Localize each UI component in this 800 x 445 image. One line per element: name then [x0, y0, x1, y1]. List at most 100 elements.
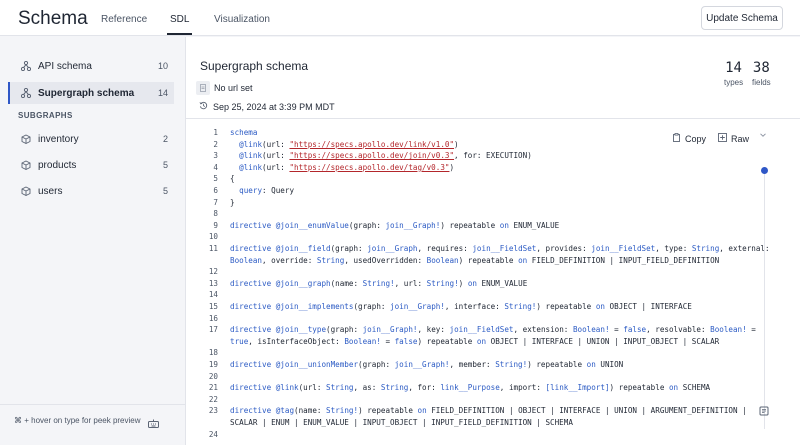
- minimap-position-indicator[interactable]: [761, 167, 768, 174]
- code-token: directive: [230, 325, 272, 335]
- line-number: 24: [208, 429, 218, 439]
- code-token: , provides:: [536, 244, 592, 253]
- code-token: ) repeatable: [536, 302, 596, 311]
- line-number: 19: [208, 360, 218, 369]
- active-tab-indicator: [167, 33, 192, 35]
- code-line: 7}: [186, 197, 800, 209]
- code-text: directive @join__type(graph: join__Graph…: [230, 324, 756, 336]
- code-token: String!: [426, 278, 459, 288]
- sidebar-item-users[interactable]: users 5: [8, 180, 174, 202]
- code-token: SCALAR | ENUM | ENUM_VALUE | INPUT_OBJEC…: [230, 418, 573, 427]
- code-token: @join__unionMember: [275, 360, 359, 369]
- tab-reference[interactable]: Reference: [101, 14, 147, 25]
- code-line: 4 @link(url: "https://specs.apollo.dev/t…: [186, 162, 800, 174]
- code-token: (url:: [298, 383, 327, 393]
- code-token: directive: [230, 244, 272, 253]
- code-line: Boolean, override: String, usedOverridde…: [186, 255, 800, 267]
- copy-label: Copy: [685, 133, 707, 144]
- line-number: 16: [208, 313, 218, 323]
- code-token: on: [499, 220, 509, 230]
- sidebar-item-count: 2: [162, 134, 168, 144]
- code-token: , interface:: [444, 302, 505, 311]
- code-token: =: [609, 325, 624, 335]
- code-text: directive @join__field(graph: join__Grap…: [230, 243, 770, 255]
- line-number: 5: [213, 174, 218, 184]
- code-token: FIELD_DEFINITION | OBJECT | INTERFACE | …: [426, 406, 747, 416]
- plus-square-icon: [718, 133, 727, 144]
- history-icon: [199, 101, 208, 112]
- schema-url: No url set: [214, 83, 253, 93]
- code-token: (graph:: [358, 360, 395, 369]
- sidebar-item-supergraph-schema[interactable]: Supergraph schema 14: [8, 82, 174, 104]
- code-line: 3 @link(url: "https://specs.apollo.dev/j…: [186, 150, 800, 162]
- code-token: String: [326, 383, 354, 393]
- sidebar-item-label: users: [38, 185, 63, 197]
- fields-label: fields: [752, 78, 771, 87]
- code-token: @link: [239, 139, 263, 149]
- code-token: , type:: [655, 244, 692, 253]
- sidebar-item-products[interactable]: products 5: [8, 154, 174, 176]
- line-number: 15: [208, 302, 218, 311]
- code-line: 2 @link(url: "https://specs.apollo.dev/l…: [186, 139, 800, 151]
- raw-label: Raw: [731, 133, 750, 144]
- code-token: OBJECT | INTERFACE: [604, 302, 692, 311]
- code-token: : Query: [262, 186, 295, 195]
- types-stat: 14 types: [724, 59, 743, 87]
- types-count: 14: [725, 60, 742, 76]
- code-token: , as:: [353, 383, 381, 393]
- copy-button[interactable]: Copy: [672, 133, 706, 144]
- code-token: , url:: [394, 278, 427, 288]
- code-line: 19 directive @join__unionMember(graph: jo…: [186, 359, 800, 371]
- code-token: @link: [239, 162, 263, 172]
- code-token: join__Graph!: [385, 220, 441, 230]
- sidebar-item-inventory[interactable]: inventory 2: [8, 128, 174, 150]
- code-token: join__FieldSet: [472, 244, 537, 253]
- code-token: ) repeatable: [358, 406, 418, 416]
- code-line: 8: [186, 208, 800, 220]
- code-text: true, isInterfaceObject: Boolean! = fals…: [230, 336, 719, 348]
- keyboard-shortcuts-icon[interactable]: [148, 419, 159, 431]
- code-token: , extension:: [513, 325, 573, 335]
- code-token: @join__graph: [275, 278, 331, 288]
- app-title: Schema: [18, 8, 88, 29]
- code-text: directive @join__unionMember(graph: join…: [230, 359, 623, 371]
- code-token: String: [380, 383, 409, 393]
- code-token: join__FieldSet: [591, 244, 656, 253]
- line-number: 13: [208, 278, 218, 288]
- code-text: directive @join__graph(name: String!, ur…: [230, 278, 527, 290]
- line-number: 6: [213, 186, 218, 195]
- code-token: ) repeatable: [458, 255, 519, 265]
- cube-icon: [18, 160, 34, 170]
- tab-sdl[interactable]: SDL: [170, 14, 189, 25]
- code-line: 15 directive @join__implements(graph: joi…: [186, 301, 800, 313]
- code-line: 6 query: Query: [186, 185, 800, 197]
- code-line: 18: [186, 347, 800, 359]
- code-token: false: [394, 336, 418, 346]
- code-token: String!: [495, 360, 528, 369]
- update-schema-button[interactable]: Update Schema: [701, 6, 783, 30]
- code-token: String: [691, 244, 720, 253]
- fields-count: 38: [752, 60, 770, 76]
- code-token: Boolean!: [710, 325, 747, 335]
- chevron-down-icon[interactable]: [760, 133, 766, 137]
- sidebar-item-label: API schema: [38, 60, 92, 72]
- raw-button[interactable]: Raw: [718, 133, 749, 144]
- code-line: 11 directive @join__field(graph: join__Gr…: [186, 243, 800, 255]
- code-line: 17 directive @join__type(graph: join__Gra…: [186, 324, 800, 336]
- code-token: [link__Import]: [545, 383, 610, 393]
- code-token: , import:: [499, 383, 546, 393]
- code-text: directive @tag(name: String!) repeatable…: [230, 405, 747, 417]
- sidebar-item-api-schema[interactable]: API schema 10: [8, 55, 174, 77]
- minimap-track[interactable]: [764, 167, 765, 429]
- code-token: Boolean: [426, 255, 459, 265]
- code-token: on: [586, 360, 596, 369]
- document-icon[interactable]: [759, 406, 769, 419]
- sidebar-item-count: 14: [157, 88, 168, 98]
- code-token: join__Graph: [367, 244, 418, 253]
- code-token: , external:: [719, 244, 770, 253]
- tab-visualization[interactable]: Visualization: [214, 14, 270, 25]
- sdl-code-viewer[interactable]: 1 schema 2 @link(url: "https://specs.apoll…: [186, 120, 800, 445]
- code-token: link__Purpose: [440, 383, 500, 393]
- code-text: Boolean, override: String, usedOverridde…: [230, 255, 719, 267]
